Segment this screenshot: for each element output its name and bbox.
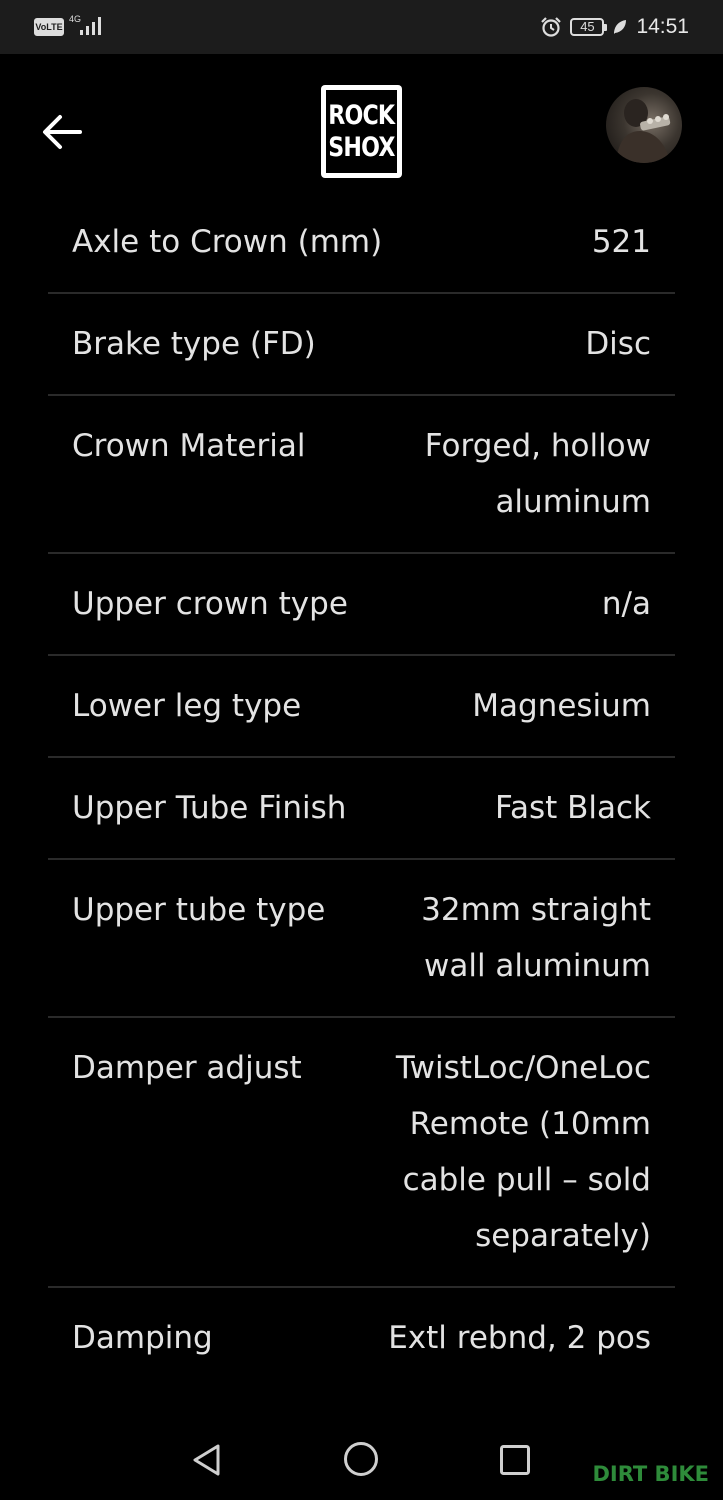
logo-line-1: ROCK (328, 99, 396, 131)
spec-row: Upper crown type n/a (48, 554, 675, 656)
square-recents-icon[interactable] (499, 1444, 531, 1476)
spec-label: Brake type (FD) (72, 326, 316, 362)
arrow-left-icon (43, 115, 82, 149)
logo-inner: ROCK SHOX (326, 90, 397, 173)
leaf-icon (614, 20, 627, 34)
spec-label: Lower leg type (72, 688, 302, 724)
spec-label: Upper crown type (72, 586, 348, 622)
spec-value: Fast Black (494, 790, 651, 826)
spec-label: Upper Tube Finish (72, 790, 347, 826)
triangle-back-icon[interactable] (190, 1442, 224, 1478)
spec-row: Axle to Crown (mm) 521 (48, 192, 675, 294)
rockshox-logo: ROCK SHOX (321, 85, 402, 178)
spec-value: Forged, hollow aluminum (424, 428, 651, 520)
spec-value: Magnesium (472, 688, 651, 724)
spec-value: 32mm straight wall aluminum (421, 892, 651, 984)
spec-row: Upper Tube Finish Fast Black (48, 758, 675, 860)
avatar-image (616, 99, 671, 163)
status-bar: VoLTE 4G 45 14:51 (0, 0, 723, 54)
spec-row: Lower leg type Magnesium (48, 656, 675, 758)
spec-value: TwistLoc/OneLoc Remote (10mm cable pull … (395, 1050, 651, 1254)
spec-row: Brake type (FD) Disc (48, 294, 675, 396)
circle-home-icon[interactable] (342, 1440, 380, 1478)
spec-row: Crown Material Forged, hollow aluminum (48, 396, 675, 554)
spec-label: Crown Material (72, 428, 306, 464)
spec-row: Upper tube type 32mm straight wall alumi… (48, 860, 675, 1018)
spec-label: Damping (72, 1320, 213, 1356)
battery-icon: 45 (570, 18, 608, 36)
volte-badge: VoLTE (34, 18, 64, 36)
clock: 14:51 (636, 15, 689, 38)
system-nav-bar (0, 1420, 723, 1500)
alarm-icon (541, 17, 562, 37)
watermark: DIRT BIKE (592, 1462, 709, 1486)
back-button[interactable] (40, 110, 84, 154)
spec-value: n/a (601, 586, 651, 622)
spec-value: Extl rebnd, 2 pos (388, 1320, 651, 1356)
spec-label: Damper adjust (72, 1050, 302, 1086)
signal-icon (80, 17, 101, 35)
logo-line-2: SHOX (328, 131, 395, 163)
spec-list: Axle to Crown (mm) 521 Brake type (FD) D… (48, 192, 675, 1388)
profile-avatar[interactable] (606, 87, 682, 163)
status-right: 45 14:51 (540, 14, 689, 40)
spec-value: 521 (591, 224, 651, 260)
spec-label: Upper tube type (72, 892, 326, 928)
spec-label: Axle to Crown (mm) (72, 224, 383, 260)
spec-row: Damper adjust TwistLoc/OneLoc Remote (10… (48, 1018, 675, 1288)
spec-value: Disc (585, 326, 651, 362)
spec-row: Damping Extl rebnd, 2 pos (48, 1288, 675, 1388)
